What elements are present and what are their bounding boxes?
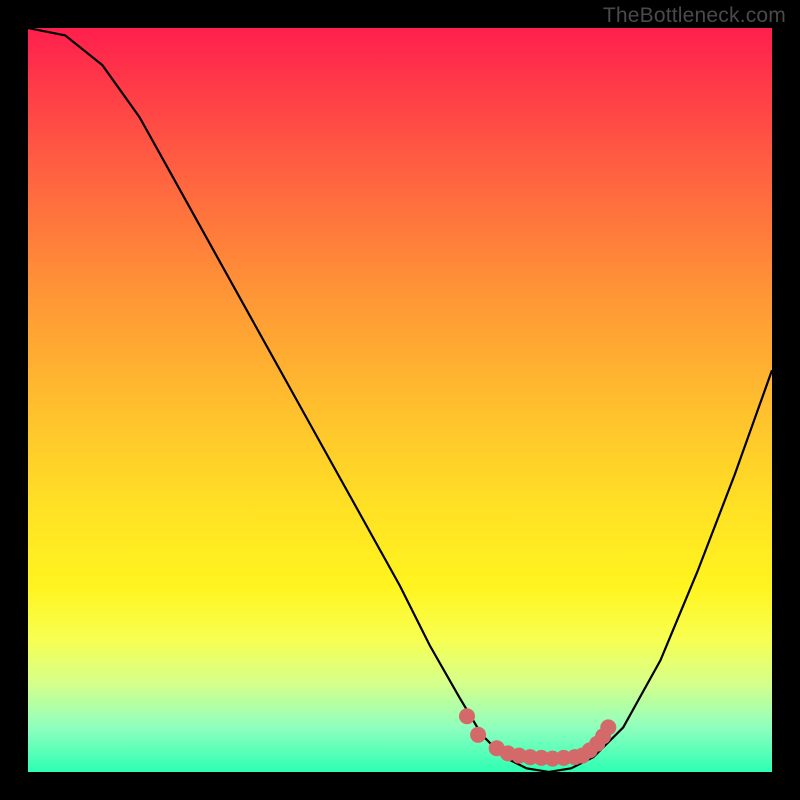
watermark: TheBottleneck.com [603,4,786,28]
chart-background [28,28,772,772]
